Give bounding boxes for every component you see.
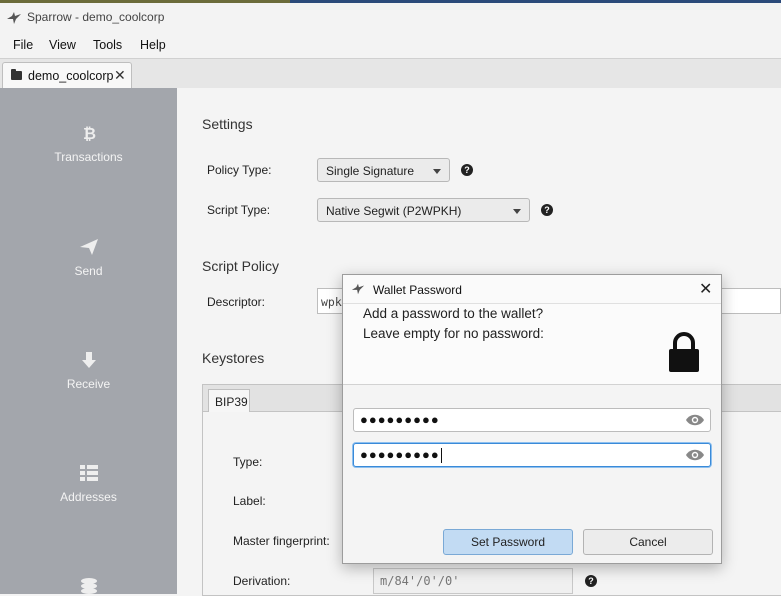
dialog-close-icon[interactable]: ✕ [699,279,712,299]
menu-tools[interactable]: Tools [93,38,122,52]
list-icon [0,464,177,487]
sidebar-item-label: Transactions [54,150,123,164]
wallet-tab-strip: demo_coolcorp ✕ [0,58,781,90]
derivation-label: Derivation: [233,574,291,588]
descriptor-value: wpk [321,295,342,309]
policy-type-value: Single Signature [326,164,415,178]
dialog-titlebar: Wallet Password ✕ [343,275,721,303]
keystores-title: Keystores [202,350,265,366]
keystore-type-label: Type: [233,455,263,469]
sidebar-item-receive[interactable]: Receive [0,351,177,431]
dialog-message-line1: Add a password to the wallet? [363,306,544,321]
dialog-message-line2: Leave empty for no password: [363,326,544,341]
chevron-down-icon [513,209,521,214]
eye-icon[interactable] [685,448,705,462]
tab-close-icon[interactable]: ✕ [114,67,126,84]
script-type-label: Script Type: [207,203,271,217]
descriptor-label: Descriptor: [207,295,266,309]
sidebar-item-utxos[interactable] [0,576,177,594]
tab-label: BIP39 [215,395,248,409]
menu-view[interactable]: View [49,38,76,52]
sidebar-item-label: Send [74,264,103,278]
title-accent-strip-left [0,0,290,3]
password-input[interactable]: ●●●●●●●●● [353,408,711,432]
sidebar-item-addresses[interactable]: Addresses [0,464,177,544]
chevron-down-icon [433,169,441,174]
send-icon [0,238,177,261]
confirm-password-mask: ●●●●●●●●● [360,447,442,464]
dialog-title: Wallet Password [373,283,462,297]
sidebar: ₿ Transactions Send Receive Addresses [0,88,177,594]
svg-text:₿: ₿ [83,124,96,142]
cancel-button[interactable]: Cancel [583,529,713,555]
sparrow-logo-icon [7,12,21,24]
tab-label: demo_coolcorp [28,69,114,83]
confirm-password-input[interactable]: ●●●●●●●●● [353,443,711,467]
settings-title: Settings [202,116,253,132]
script-type-value: Native Segwit (P2WPKH) [326,204,462,218]
menu-bar: File View Tools Help [0,34,781,58]
policy-type-select[interactable]: Single Signature [317,158,450,182]
derivation-input[interactable]: m/84'/0'/0' [373,568,573,594]
tab-bip39[interactable]: BIP39 [208,389,250,412]
coins-icon [0,576,177,594]
menu-file[interactable]: File [13,38,33,52]
script-type-select[interactable]: Native Segwit (P2WPKH) [317,198,530,222]
wallet-password-dialog: Wallet Password ✕ Add a password to the … [342,274,722,564]
menu-help[interactable]: Help [140,38,166,52]
sparrow-logo-icon [351,283,365,295]
master-fingerprint-label: Master fingerprint: [233,534,330,548]
derivation-value: m/84'/0'/0' [380,574,460,588]
set-password-button[interactable]: Set Password [443,529,573,555]
help-icon[interactable]: ? [585,575,597,587]
arrow-down-icon [0,351,177,374]
sidebar-item-send[interactable]: Send [0,238,177,318]
help-icon[interactable]: ? [461,164,473,176]
lock-icon [669,332,699,372]
tab-demo-coolcorp[interactable]: demo_coolcorp ✕ [2,62,132,89]
help-icon[interactable]: ? [541,204,553,216]
wallet-folder-icon [11,69,22,80]
window-titlebar: Sparrow - demo_coolcorp [0,0,781,34]
bitcoin-icon: ₿ [0,124,177,147]
policy-type-label: Policy Type: [207,163,272,177]
password-mask: ●●●●●●●●● [360,412,440,427]
window-title: Sparrow - demo_coolcorp [27,10,165,24]
keystore-label-label: Label: [233,494,266,508]
sidebar-item-transactions[interactable]: ₿ Transactions [0,124,177,204]
sidebar-item-label: Receive [66,377,111,391]
script-policy-title: Script Policy [202,258,280,274]
sidebar-item-label: Addresses [60,490,117,504]
eye-icon[interactable] [685,413,705,427]
